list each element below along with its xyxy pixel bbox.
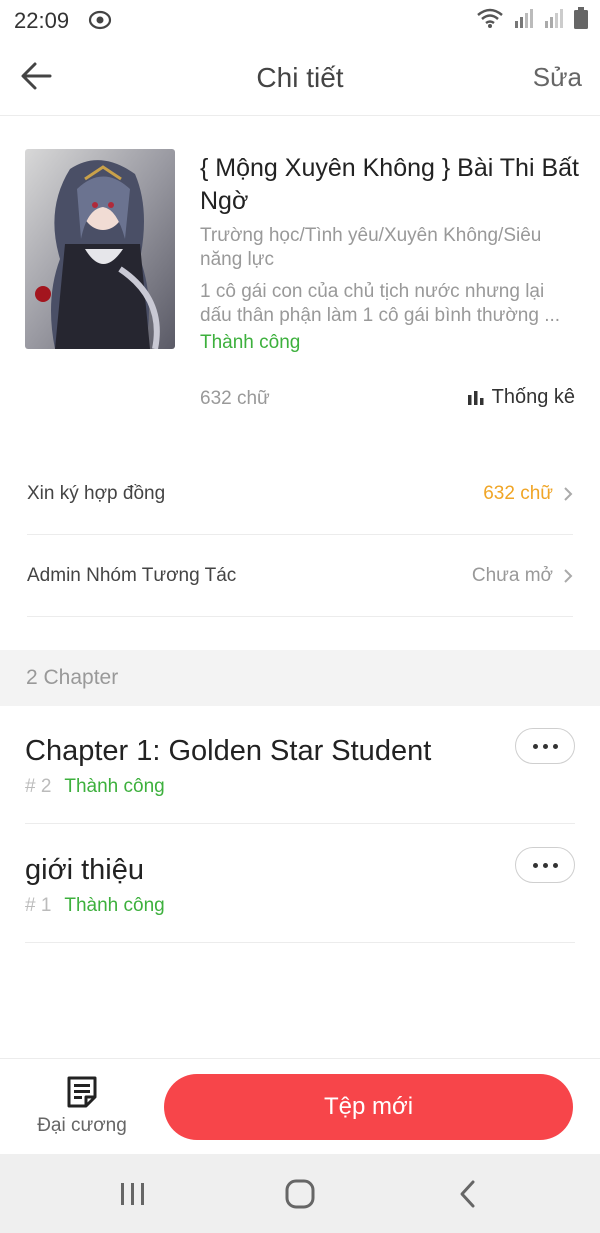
outline-document-icon — [67, 1076, 97, 1108]
more-dot — [542, 743, 548, 749]
contract-row[interactable]: Xin ký hợp đồng 632 chữ — [27, 453, 573, 535]
status-icons — [476, 6, 588, 34]
more-dots-icon — [532, 862, 538, 868]
chapter-item[interactable]: giới thiệu # 1 Thành công — [25, 824, 575, 943]
chapter-title: Chapter 1: Golden Star Student — [25, 735, 432, 767]
book-description: 1 cô gái con của chủ tịch nước nhưng lại… — [200, 281, 561, 326]
chapter-count: 2 Chapter — [26, 666, 119, 689]
page-title: Chi tiết — [256, 62, 344, 93]
chapter-meta: # 2 Thành công — [25, 776, 165, 798]
chevron-right-icon — [564, 568, 573, 583]
chapter-more-button[interactable] — [515, 847, 575, 883]
status-bar: 22:09 — [0, 0, 600, 42]
recent-apps-icon — [121, 1183, 144, 1205]
wifi-icon — [476, 7, 504, 34]
contract-value: 632 chữ — [483, 482, 553, 504]
bar-chart-icon — [467, 390, 484, 405]
more-dot — [552, 743, 558, 749]
more-dot — [542, 862, 548, 868]
more-dot — [552, 862, 558, 868]
word-count: 632 chữ — [200, 388, 270, 409]
chapter-more-button[interactable] — [515, 728, 575, 764]
home-icon — [285, 1179, 315, 1209]
signal-icon — [544, 7, 564, 34]
outline-label: Đại cương — [37, 1115, 127, 1136]
stats-button[interactable]: Thống kê — [467, 386, 575, 409]
admin-group-label: Admin Nhóm Tương Tác — [27, 564, 237, 586]
contract-value-group: 632 chữ — [483, 483, 573, 505]
stats-label: Thống kê — [491, 386, 575, 408]
chapter-item[interactable]: Chapter 1: Golden Star Student # 2 Thành… — [25, 705, 575, 824]
chapter-count-header: 2 Chapter — [0, 650, 600, 706]
more-dots-icon — [532, 743, 538, 749]
admin-group-value: Chưa mở — [471, 564, 553, 586]
recent-apps-button[interactable] — [113, 1174, 153, 1214]
admin-group-row[interactable]: Admin Nhóm Tương Tác Chưa mở — [27, 535, 573, 617]
chapter-meta: # 1 Thành công — [25, 895, 165, 917]
chapter-status: Thành công — [64, 776, 165, 797]
outline-button[interactable]: Đại cương — [30, 1075, 134, 1145]
home-button[interactable] — [280, 1174, 320, 1214]
admin-group-value-group: Chưa mở — [472, 565, 573, 587]
chapter-number: # 2 — [25, 776, 52, 797]
book-status: Thành công — [200, 332, 301, 353]
screen-record-icon — [88, 9, 112, 31]
new-chapter-button[interactable]: Tệp mới — [164, 1074, 573, 1140]
book-genres: Trường học/Tình yêu/Xuyên Không/Siêu năn… — [200, 225, 542, 270]
book-cover-image[interactable] — [25, 149, 175, 349]
edit-button[interactable]: Sửa — [533, 62, 582, 93]
signal-icon — [514, 7, 534, 34]
status-time: 22:09 — [14, 8, 70, 33]
system-nav-bar — [0, 1154, 600, 1233]
book-title: { Mộng Xuyên Không } Bài Thi Bất Ngờ — [200, 154, 579, 215]
chapter-status: Thành công — [64, 895, 165, 916]
nav-back-icon — [460, 1180, 475, 1208]
bottom-action-bar: Đại cương Tệp mới — [0, 1058, 600, 1154]
chevron-right-icon — [564, 486, 573, 501]
chapter-title: giới thiệu — [25, 854, 144, 886]
contract-label: Xin ký hợp đồng — [27, 482, 166, 504]
chapter-number: # 1 — [25, 895, 52, 916]
top-app-bar: Chi tiết Sửa — [0, 42, 600, 116]
nav-back-button[interactable] — [448, 1174, 488, 1214]
battery-icon — [574, 6, 588, 34]
